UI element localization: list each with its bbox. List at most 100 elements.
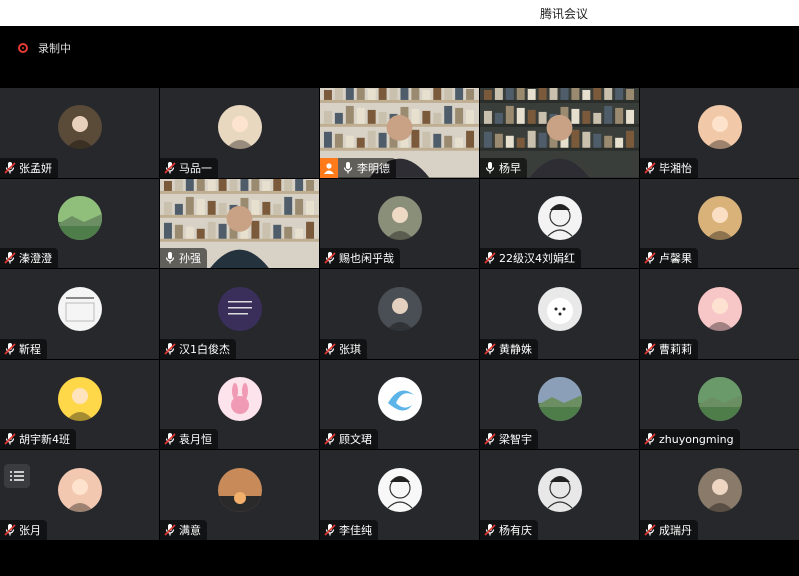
participant-namebar: 李明德 [320, 157, 396, 178]
participant-namebar: 溱澄澄 [0, 248, 58, 269]
participant-tile[interactable]: 曹莉莉 [640, 269, 799, 359]
participant-tile[interactable]: 顾文珺 [320, 359, 479, 450]
avatar-baby-icon [697, 105, 742, 150]
participant-tile[interactable]: 孙强 [160, 178, 319, 269]
participant-avatar [57, 196, 102, 240]
avatar-photo-icon [697, 467, 742, 512]
meeting-top-area [0, 26, 799, 88]
participant-name: 溱澄澄 [19, 252, 52, 266]
participant-name: 汉1白俊杰 [179, 342, 230, 356]
host-icon [320, 157, 338, 178]
mic-muted-icon [324, 252, 336, 264]
participant-namebar: 杨有庆 [480, 519, 538, 540]
participant-tile[interactable]: 赐也闲乎哉 [320, 178, 479, 269]
participant-namebar: 马品一 [160, 157, 218, 178]
participant-tile[interactable]: 杨有庆 [480, 450, 639, 540]
mic-muted-icon [4, 523, 16, 536]
participant-tile[interactable]: 袁月恒 [160, 359, 319, 450]
participant-tile[interactable]: 梁智宇 [480, 359, 639, 450]
participant-name: 杨早 [499, 161, 521, 175]
avatar-landscape-icon [537, 377, 582, 422]
avatar-landscape-icon [57, 196, 102, 240]
participant-avatar [537, 377, 582, 422]
bottom-bar [0, 540, 799, 576]
participant-avatar [217, 377, 262, 422]
participant-avatar [377, 286, 422, 331]
window-title: 腾讯会议 [540, 7, 589, 21]
participant-avatar [697, 105, 742, 150]
participant-name: zhuyongming [659, 432, 734, 446]
participant-avatar [377, 196, 422, 240]
participant-tile[interactable]: 汉1白俊杰 [160, 269, 319, 359]
mic-muted-icon [4, 252, 16, 264]
participant-namebar: 毕湘怡 [640, 157, 698, 178]
avatar-sketch-icon [377, 467, 422, 512]
participant-namebar: 曹莉莉 [640, 338, 698, 359]
participant-tile[interactable]: zhuyongming [640, 359, 799, 450]
mic-muted-icon [484, 523, 496, 536]
participant-name: 孙强 [179, 252, 201, 266]
mic-muted-icon [644, 523, 656, 536]
participant-name: 22级汉4刘娟红 [499, 252, 575, 266]
participant-namebar: 赐也闲乎哉 [320, 248, 400, 269]
participant-namebar: 张孟妍 [0, 157, 58, 178]
mic-muted-icon [484, 433, 496, 445]
participant-tile[interactable]: 张孟妍 [0, 88, 159, 178]
participant-namebar: 成瑞丹 [640, 519, 698, 540]
participant-name: 顾文珺 [339, 433, 372, 447]
participant-tile[interactable]: 溱澄澄 [0, 178, 159, 269]
participant-tile[interactable]: 22级汉4刘娟红 [480, 178, 639, 269]
mic-muted-icon [4, 342, 16, 355]
participant-avatar [537, 286, 582, 331]
participant-tile[interactable]: 卢馨果 [640, 178, 799, 269]
participant-tile[interactable]: 李佳纯 [320, 450, 479, 540]
participant-tile[interactable]: 杨早 [480, 88, 639, 178]
mic-muted-icon [164, 433, 176, 445]
participant-tile[interactable]: 马品一 [160, 88, 319, 178]
participant-avatar [697, 377, 742, 422]
participant-avatar [57, 377, 102, 422]
participant-tile[interactable]: 张琪 [320, 269, 479, 359]
participant-tile[interactable]: 胡宇新4班 [0, 359, 159, 450]
participant-namebar: 靳程 [0, 338, 47, 359]
avatar-bunny-icon [217, 377, 262, 422]
participant-namebar: 汉1白俊杰 [160, 338, 236, 359]
participant-name: 杨有庆 [499, 523, 532, 537]
recording-indicator[interactable]: 录制中 [18, 40, 71, 56]
participant-tile[interactable]: 李明德 [320, 88, 479, 178]
participant-name: 马品一 [179, 161, 212, 175]
participant-namebar: zhuyongming [640, 429, 740, 450]
mic-muted-icon [164, 342, 176, 355]
participant-avatar [697, 286, 742, 331]
participant-name: 张孟妍 [19, 161, 52, 175]
participant-tile[interactable]: 靳程 [0, 269, 159, 359]
mic-icon [485, 161, 495, 174]
avatar-sketch-icon [537, 196, 582, 240]
participant-tile[interactable]: 满意 [160, 450, 319, 540]
participant-name: 张琪 [339, 342, 361, 356]
participant-tile[interactable]: 成瑞丹 [640, 450, 799, 540]
participant-namebar: 张月 [0, 519, 47, 540]
avatar-child-icon [697, 196, 742, 240]
list-toggle-button[interactable] [4, 464, 30, 488]
avatar-cartoon-icon [57, 377, 102, 422]
avatar-cartoon-icon [697, 286, 742, 331]
participant-tile[interactable]: 毕湘怡 [640, 88, 799, 178]
participant-avatar [217, 286, 262, 331]
participant-avatar [57, 105, 102, 150]
participant-name: 张月 [19, 523, 41, 537]
participant-namebar: 梁智宇 [480, 429, 538, 450]
participant-namebar: 杨早 [480, 157, 527, 178]
participant-name: 梁智宇 [499, 433, 532, 447]
mic-muted-icon [324, 523, 336, 536]
mic-muted-icon [4, 161, 16, 174]
mic-muted-icon [644, 433, 656, 445]
avatar-photo-icon [377, 196, 422, 240]
participant-tile[interactable]: 黄静姝 [480, 269, 639, 359]
avatar-photo-icon [377, 286, 422, 331]
participant-name: 黄静姝 [499, 342, 532, 356]
participant-name: 袁月恒 [179, 433, 212, 447]
mic-icon [343, 161, 353, 174]
avatar-swirl-icon [377, 377, 422, 422]
participant-avatar [697, 196, 742, 240]
